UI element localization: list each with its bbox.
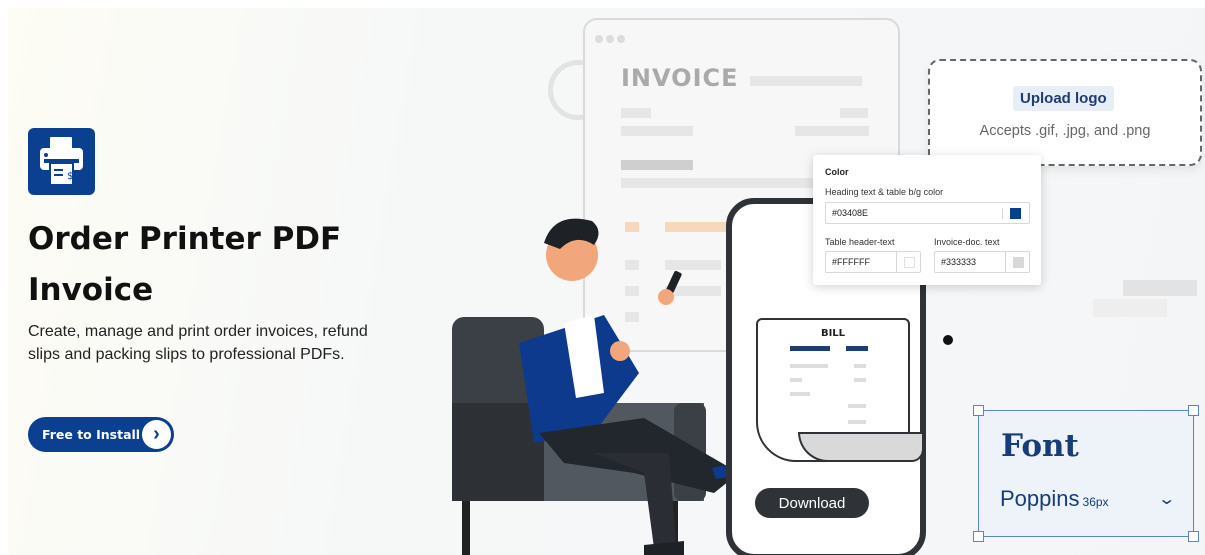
heading-color-input[interactable]: #03408E — [825, 202, 1030, 224]
font-family-select[interactable]: Poppins 36px — [1000, 486, 1109, 512]
svg-text:$: $ — [67, 171, 73, 182]
font-selector-card[interactable]: Font Poppins 36px ⌄ — [973, 405, 1199, 542]
font-family-name: Poppins — [1000, 486, 1080, 511]
table-header-text-input[interactable]: #FFFFFF — [825, 251, 921, 273]
free-to-install-button[interactable]: Free to Install › — [28, 417, 174, 452]
invoice-doc-text-input[interactable]: #333333 — [934, 251, 1030, 273]
table-header-text-label: Table header-text — [825, 237, 895, 247]
upload-logo-dropzone[interactable]: Upload logo Accepts .gif, .jpg, and .png — [928, 59, 1202, 166]
printer-invoice-icon: $ — [28, 128, 95, 195]
resize-handle[interactable] — [973, 531, 984, 542]
decorative-block — [1093, 299, 1167, 317]
color-settings-panel: Color Heading text & table b/g color #03… — [813, 155, 1041, 285]
invoice-doc-text-label: Invoice-doc. text — [934, 237, 1000, 247]
resize-handle[interactable] — [1188, 405, 1199, 416]
decorative-dot — [943, 335, 953, 345]
install-button-label: Free to Install — [42, 427, 141, 442]
hero-description: Create, manage and print order invoices,… — [28, 323, 368, 363]
resize-handle[interactable] — [1188, 531, 1199, 542]
bill-title: BILL — [820, 328, 846, 339]
heading-color-value: #03408E — [832, 208, 869, 218]
download-button[interactable]: Download — [755, 488, 869, 518]
heading-color-label: Heading text & table b/g color — [825, 187, 944, 197]
table-header-text-value: #FFFFFF — [832, 257, 870, 267]
hero-banner: INVOICE $ Order Printer PDF Invoice Crea… — [8, 8, 1205, 555]
page-title: Order Printer PDF Invoice — [28, 221, 342, 308]
invoice-doc-color-swatch[interactable] — [1013, 257, 1024, 268]
font-size-value: 36px — [1082, 495, 1109, 509]
heading-color-swatch[interactable] — [1010, 208, 1021, 219]
window-dots-icon — [595, 30, 628, 48]
chevron-down-icon[interactable]: ⌄ — [1157, 489, 1176, 509]
chevron-right-icon: › — [142, 420, 171, 449]
invoice-doc-text-value: #333333 — [941, 257, 977, 267]
font-card-title: Font — [1001, 428, 1079, 464]
invoice-preview-title: INVOICE — [621, 64, 739, 92]
upload-logo-button[interactable]: Upload logo — [1013, 86, 1114, 111]
bill-receipt-curl — [798, 432, 924, 462]
table-header-color-swatch[interactable] — [904, 257, 915, 268]
resize-handle[interactable] — [973, 405, 984, 416]
upload-accepted-formats: Accepts .gif, .jpg, and .png — [979, 123, 1151, 139]
person-on-chair-illustration — [452, 218, 744, 555]
color-panel-heading: Color — [825, 167, 849, 177]
decorative-block — [1123, 280, 1197, 296]
